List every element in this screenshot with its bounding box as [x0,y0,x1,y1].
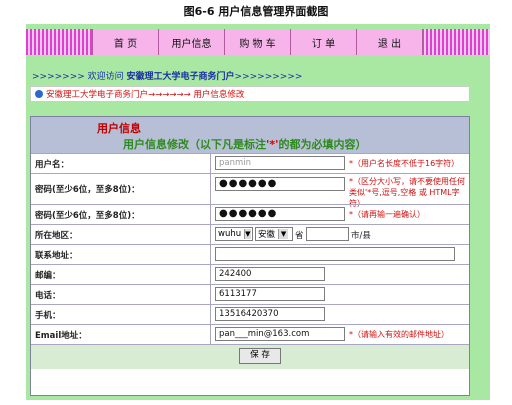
password-field[interactable]: ●●●●●● [215,177,345,191]
city-suffix: 市/县 [351,231,371,241]
panel-subtitle-text: 用户信息修改（以下凡是标注 [123,138,266,151]
panel-subtitle: 用户信息修改（以下凡是标注'*'的都为必填内容） [123,136,367,152]
breadcrumb: 安徽理工大学电子商务门户→→→→→→ 用户信息修改 [30,86,470,102]
postcode-label: 邮编： [31,265,211,284]
nav-user-info[interactable]: 用户信息 [159,29,225,55]
row-region: 所在地区： wuhu ▼ 安徽 ▼ 省 市/县 [31,224,469,244]
username-label: 用户名： [31,154,211,173]
email-field[interactable]: pan___min@163.com [215,327,345,341]
mobile-field[interactable]: 13516420370 [215,307,325,321]
welcome-prefix: >>>>>>> 欢迎访问 [32,72,124,82]
confirm-password-field[interactable]: ●●●●●● [215,207,345,221]
welcome-line: >>>>>>> 欢迎访问 安徽理工大学电子商务门户>>>>>>>>> [32,69,302,82]
nav-cart[interactable]: 购 物 车 [225,29,291,55]
username-hint: *（用户名长度不低于16字符） [349,159,460,168]
row-actions: 保 存 [31,344,469,369]
nav-logout[interactable]: 退 出 [357,29,423,55]
address-label: 联系地址： [31,245,211,264]
save-button[interactable]: 保 存 [239,348,281,364]
portal-frame: 首 页 用户信息 购 物 车 订 单 退 出 >>>>>>> 欢迎访问 安徽理工… [26,24,490,400]
phone-label: 电话： [31,285,211,304]
nav-home[interactable]: 首 页 [93,29,159,55]
city-input[interactable] [306,227,349,241]
row-password: 密码(至少6位，至多8位)： ●●●●●● *（区分大小写，请不要使用任何类似'… [31,173,469,208]
province-suffix: 省 [295,231,304,241]
mobile-label: 手机： [31,305,211,324]
email-hint: *（请输入有效的邮件地址） [349,330,449,339]
row-username: 用户名： panmin *（用户名长度不低于16字符） [31,153,469,173]
nav-bar: 首 页 用户信息 购 物 车 订 单 退 出 [92,29,423,55]
row-address: 联系地址： [31,244,469,264]
postcode-field[interactable]: 242400 [215,267,325,281]
email-label: Email地址： [31,325,211,344]
chevron-down-icon: ▼ [244,229,251,239]
phone-field[interactable]: 6113177 [215,287,325,301]
province-select-value: 安徽 [258,230,276,240]
city-select[interactable]: wuhu ▼ [215,227,253,241]
confirm-password-label: 密码(至少6位，至多8位)： [31,205,211,224]
breadcrumb-text: 安徽理工大学电子商务门户→→→→→→ 用户信息修改 [46,90,245,100]
figure-caption: 图6-6 用户信息管理界面截图 [183,5,329,18]
row-postcode: 邮编： 242400 [31,264,469,284]
bullet-icon [35,90,43,98]
user-info-panel: 用户信息 用户信息修改（以下凡是标注'*'的都为必填内容） 用户名： panmi… [30,116,470,396]
row-mobile: 手机： 13516420370 [31,304,469,324]
welcome-suffix: >>>>>>>>> [234,72,303,82]
city-select-value: wuhu [218,229,242,239]
panel-subtitle-end: 的都为必填内容） [278,138,367,151]
row-phone: 电话： 6113177 [31,284,469,304]
row-confirm-password: 密码(至少6位，至多8位)： ●●●●●● *（请再输一遍确认） [31,204,469,224]
confirm-password-hint: *（请再输一遍确认） [349,210,425,219]
password-label: 密码(至少6位，至多8位)： [31,174,211,204]
username-field[interactable]: panmin [215,156,345,170]
row-email: Email地址： pan___min@163.com *（请输入有效的邮件地址） [31,324,469,344]
panel-subtitle-mark: '*' [266,138,279,151]
province-select[interactable]: 安徽 ▼ [255,227,293,241]
chevron-down-icon: ▼ [278,229,289,239]
panel-title: 用户信息 [97,122,141,135]
address-field[interactable] [215,247,455,261]
welcome-site: 安徽理工大学电子商务门户 [126,72,235,82]
panel-header: 用户信息 用户信息修改（以下凡是标注'*'的都为必填内容） [31,117,469,153]
region-label: 所在地区： [31,225,211,244]
nav-orders[interactable]: 订 单 [291,29,357,55]
top-navigation: 首 页 用户信息 购 物 车 订 单 退 出 [26,29,490,55]
